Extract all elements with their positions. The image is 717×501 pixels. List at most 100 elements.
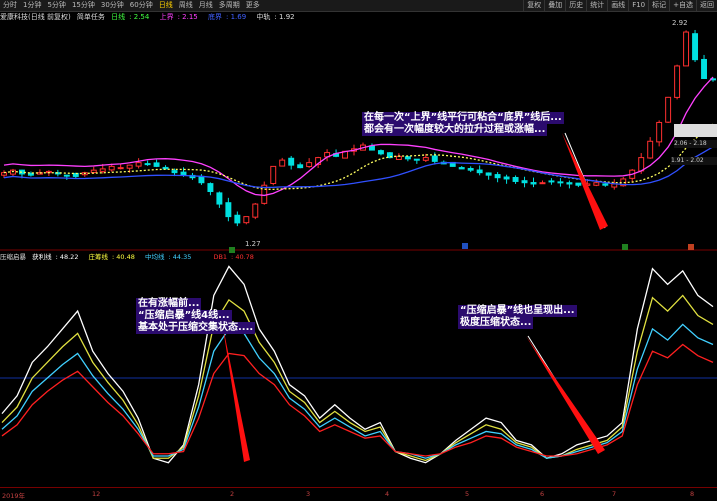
candle-body <box>548 180 555 183</box>
candle-body <box>10 169 16 175</box>
candle <box>467 166 474 173</box>
candle-body <box>225 202 232 218</box>
xlabel-7: 7 <box>612 490 617 498</box>
xlabel-0: 2019年 <box>2 492 26 500</box>
annot-left-line-1: “压缩启暴”线4线... <box>136 310 232 322</box>
high-price-label: 2.92 <box>672 19 688 27</box>
candle-body <box>431 155 438 162</box>
candle-body <box>288 157 295 166</box>
candle-body <box>243 216 250 224</box>
candle <box>270 165 277 186</box>
candle-body <box>683 31 690 67</box>
candle <box>656 120 663 147</box>
candle-body <box>521 180 528 184</box>
time-axis: 2019年 12 2 3 4 5 6 7 8 <box>0 487 717 501</box>
candle-body <box>494 174 501 179</box>
candle <box>10 168 16 177</box>
indicator-cyan-line <box>1 323 714 459</box>
candle <box>485 172 492 180</box>
candle-body <box>674 65 681 98</box>
candle-body <box>252 203 259 218</box>
candle-body <box>297 164 304 169</box>
candle-body <box>503 176 510 180</box>
xlabel-1: 12 <box>92 490 101 498</box>
candle-body <box>395 155 402 160</box>
candle-body <box>566 182 573 185</box>
candle-body <box>63 174 70 177</box>
candle-body <box>216 192 223 205</box>
candle-body <box>539 182 546 185</box>
candle-body <box>153 162 160 167</box>
candle-body <box>404 156 411 160</box>
candle-body <box>557 181 564 184</box>
candle-body <box>512 176 519 182</box>
overlay-lines <box>3 76 714 197</box>
candle <box>288 155 295 170</box>
candle-body <box>108 165 115 171</box>
candle <box>234 211 241 227</box>
candle <box>647 137 654 159</box>
annot-left-line-0: 在有涨幅前... <box>136 298 202 310</box>
chart-canvas[interactable]: 2.92 1.27 <box>0 0 717 500</box>
annot-left-line-2: 基本处于压缩交集状态.... <box>136 322 256 334</box>
xlabel-8: 8 <box>690 490 695 498</box>
candle <box>144 160 151 166</box>
candle-body <box>144 163 151 166</box>
buy-marker <box>229 247 235 253</box>
signal-marker <box>462 243 468 249</box>
candle <box>566 180 573 189</box>
candle <box>135 158 142 169</box>
candle-body <box>692 33 699 61</box>
price-range-box <box>674 124 717 137</box>
candle <box>36 169 43 175</box>
candle <box>63 174 70 180</box>
candle-body <box>306 162 313 168</box>
indicator-red-line <box>1 343 714 457</box>
xlabel-4: 4 <box>385 490 390 498</box>
candle-body <box>27 173 34 176</box>
annotation-left: 在有涨幅前... “压缩启暴”线4线... 基本处于压缩交集状态.... <box>136 298 256 334</box>
candle-body <box>647 140 654 159</box>
candle <box>306 158 313 168</box>
xlabel-2: 2 <box>230 490 235 498</box>
candle-body <box>180 171 187 176</box>
sell-marker <box>688 244 694 250</box>
arrow-right <box>526 336 605 454</box>
candle-body <box>279 159 286 167</box>
annot-top-line-1: 都会有一次幅度较大的拉升过程或涨幅... <box>362 124 548 136</box>
annot-right-line-0: “压缩启暴”线也呈现出... <box>458 305 577 317</box>
candle-body <box>99 168 106 172</box>
candle <box>297 162 304 169</box>
candle <box>512 175 519 184</box>
candle <box>279 157 286 167</box>
candle-body <box>234 214 241 224</box>
candle-body <box>467 168 474 171</box>
candle-body <box>656 121 663 143</box>
candle <box>225 197 232 222</box>
range-box2-text: 1.91 - 2.02 <box>671 157 717 165</box>
candle <box>261 181 268 205</box>
candle-body <box>530 182 537 185</box>
candle-body <box>413 158 420 161</box>
annotation-top: 在每一次“上界”线平行可粘合“底界”线后... 都会有一次幅度较大的拉升过程或涨… <box>362 112 564 136</box>
candle <box>575 182 582 188</box>
candle <box>413 158 420 164</box>
annot-right-line-1: 极度压缩状态... <box>458 317 534 329</box>
candle <box>692 29 699 62</box>
candle <box>207 182 214 196</box>
candle <box>368 143 375 151</box>
candle <box>153 159 160 168</box>
candle <box>377 149 384 156</box>
candle-body <box>90 169 97 173</box>
candle <box>404 156 411 162</box>
candle-body <box>126 164 133 169</box>
candle <box>548 178 555 185</box>
candle-body <box>458 167 465 170</box>
candle <box>360 142 366 151</box>
candle-body <box>198 175 205 184</box>
candle-body <box>665 96 672 123</box>
low-price-label: 1.27 <box>245 240 261 248</box>
candle <box>476 165 483 176</box>
candle <box>674 64 681 100</box>
candle-body <box>171 170 178 174</box>
